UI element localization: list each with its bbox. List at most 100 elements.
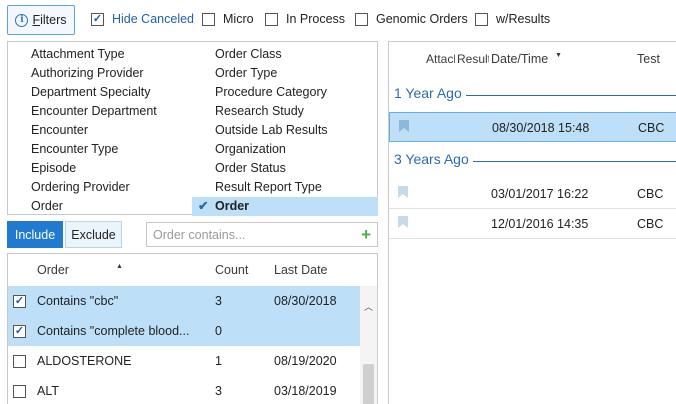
column-header-last-date[interactable]: Last Date [274,263,328,277]
hide-canceled-checkbox[interactable] [91,12,104,26]
sort-descending-icon: ▼ [555,52,562,59]
column-header-count[interactable]: Count [215,263,248,277]
group-label: 3 Years Ago [394,151,473,167]
genomic-orders-option[interactable]: Genomic Orders [355,12,468,26]
criteria-item-result-report-type[interactable]: Result Report Type [192,178,378,197]
scrollbar-thumb[interactable] [363,364,374,404]
criteria-item-authorizing-provider[interactable]: Authorizing Provider [8,64,188,83]
cell-test: CBC [637,187,664,201]
table-row[interactable]: ALDOSTERONE 1 08/19/2020 [8,346,360,376]
micro-label: Micro [223,12,254,26]
cell-date-time: 03/01/2017 16:22 [491,187,589,201]
criteria-item-department-specialty[interactable]: Department Specialty [8,83,188,102]
row-checkbox[interactable] [13,355,26,368]
order-table-header: ▲ Order Count Last Date [8,254,377,285]
cell-last-date: 08/19/2020 [274,354,337,368]
results-panel: Attachment Result Date/Time ▼ Test 1 Yea… [388,41,676,404]
flag-icon [398,216,408,228]
criteria-item-encounter-department[interactable]: Encounter Department [8,102,188,121]
filters-label-rest: ilters [40,13,67,27]
table-row[interactable]: Contains "complete blood... 0 [8,316,360,346]
sort-ascending-icon: ▲ [116,263,123,270]
cell-order: ALT [37,384,59,398]
criteria-item-encounter-type[interactable]: Encounter Type [8,140,188,159]
micro-option[interactable]: Micro [202,12,254,26]
add-icon[interactable]: + [361,225,371,245]
include-exclude-row: Include Exclude + [7,221,378,249]
row-checkbox[interactable] [13,385,26,398]
in-process-checkbox[interactable] [265,12,278,26]
cell-test: CBC [637,217,664,231]
filters-button[interactable]: i Filters [7,5,75,35]
w-results-label: w/Results [496,12,551,26]
group-header-1-year-ago: 1 Year Ago [389,80,676,108]
check-icon: ✔ [198,199,209,213]
filters-label-mnemonic: F [32,13,41,27]
criteria-column-right: Order Class Order Type Procedure Categor… [192,45,378,216]
criteria-item-order-status[interactable]: Order Status [192,159,378,178]
row-checkbox[interactable] [13,295,26,308]
criteria-item-order-selected-label: Order [215,199,250,213]
scroll-up-icon[interactable]: ︿ [360,300,377,314]
column-header-test[interactable]: Test [637,52,660,66]
cell-count: 0 [215,324,222,338]
column-header-date-time[interactable]: Date/Time [491,52,548,66]
row-checkbox[interactable] [13,325,26,338]
column-header-order[interactable]: Order [37,263,69,277]
criteria-item-order-type[interactable]: Order Type [192,64,378,83]
flag-icon [399,120,409,132]
criteria-item-episode[interactable]: Episode [8,159,188,178]
cell-last-date: 08/30/2018 [274,294,337,308]
result-row[interactable]: 08/30/2018 15:48 CBC [389,112,676,142]
order-filter-table: ▲ Order Count Last Date Contains "cbc" 3… [7,253,378,404]
column-header-result[interactable]: Result [457,52,489,66]
include-button[interactable]: Include [7,221,63,248]
genomic-orders-label: Genomic Orders [376,12,468,26]
criteria-item-procedure-category[interactable]: Procedure Category [192,83,378,102]
in-process-label: In Process [286,12,346,26]
cell-order: Contains "cbc" [37,294,119,308]
criteria-item-attachment-type[interactable]: Attachment Type [8,45,188,64]
result-row[interactable]: 12/01/2016 14:35 CBC [389,209,676,239]
cell-count: 3 [215,294,222,308]
cell-count: 3 [215,384,222,398]
in-process-option[interactable]: In Process [265,12,345,26]
cell-order: Contains "complete blood... [37,324,190,338]
criteria-item-order-selected[interactable]: ✔ Order [192,197,378,216]
criteria-item-research-study[interactable]: Research Study [192,102,378,121]
vertical-scrollbar[interactable]: ︿ [360,286,377,404]
order-search-box: + [146,222,378,247]
results-header: Attachment Result Date/Time ▼ Test [389,42,676,73]
filters-label: Filters [32,13,66,27]
cell-count: 1 [215,354,222,368]
w-results-checkbox[interactable] [475,12,488,26]
cell-date-time: 12/01/2016 14:35 [491,217,589,231]
genomic-orders-checkbox[interactable] [355,12,368,26]
criteria-item-order[interactable]: Order [8,197,188,216]
toolbar: i Filters Hide Canceled Micro In Process… [0,0,676,40]
hide-canceled-option[interactable]: Hide Canceled [91,12,194,26]
group-label: 1 Year Ago [394,85,466,101]
criteria-item-order-class[interactable]: Order Class [192,45,378,64]
table-row[interactable]: ALT 3 03/18/2019 [8,376,360,404]
filter-criteria-list: Attachment Type Authorizing Provider Dep… [7,41,378,216]
group-header-3-years-ago: 3 Years Ago [389,146,676,174]
cell-date-time: 08/30/2018 15:48 [492,121,590,135]
column-header-attachment[interactable]: Attachment [426,52,455,66]
w-results-option[interactable]: w/Results [475,12,550,26]
criteria-item-organization[interactable]: Organization [192,140,378,159]
info-icon: i [15,13,29,27]
criteria-item-encounter[interactable]: Encounter [8,121,188,140]
criteria-item-ordering-provider[interactable]: Ordering Provider [8,178,188,197]
result-row[interactable]: 03/01/2017 16:22 CBC [389,179,676,209]
criteria-column-left: Attachment Type Authorizing Provider Dep… [8,45,188,216]
flag-icon [398,186,408,198]
exclude-button[interactable]: Exclude [65,221,122,248]
table-row[interactable]: Contains "cbc" 3 08/30/2018 [8,286,360,316]
hide-canceled-label: Hide Canceled [112,12,194,26]
micro-checkbox[interactable] [202,12,215,26]
criteria-item-outside-lab-results[interactable]: Outside Lab Results [192,121,378,140]
cell-order: ALDOSTERONE [37,354,132,368]
cell-last-date: 03/18/2019 [274,384,337,398]
order-search-input[interactable] [147,223,355,246]
